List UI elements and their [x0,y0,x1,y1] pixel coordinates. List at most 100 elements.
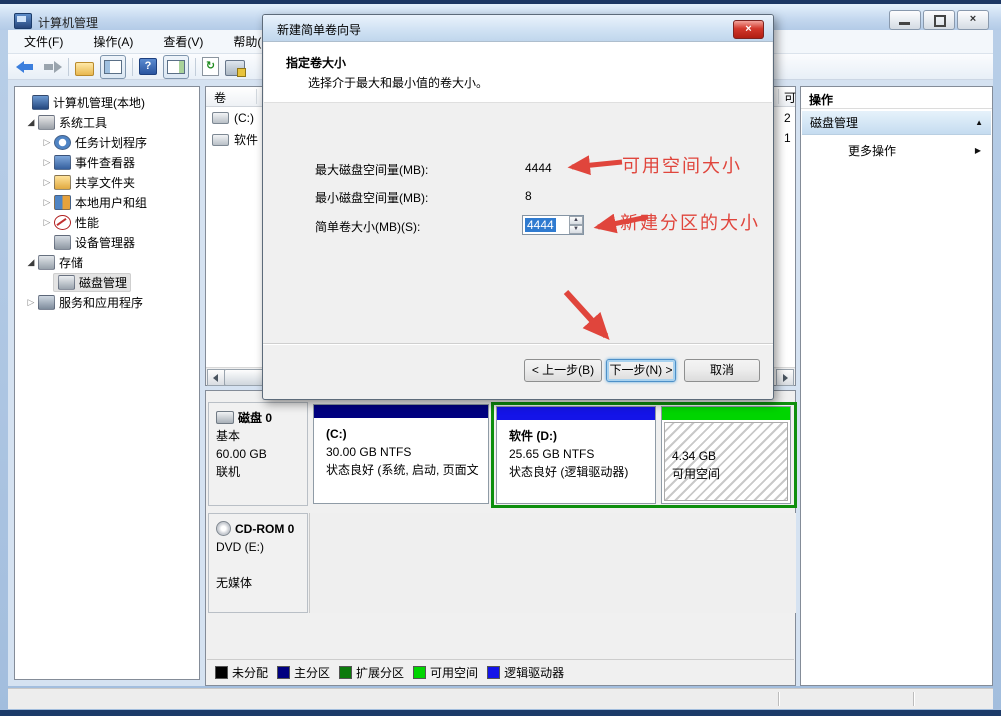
extended-partition-outline: 软件 (D:) 25.65 GB NTFS 状态良好 (逻辑驱动器) 4.34 … [491,402,797,508]
expander-closed-icon[interactable] [41,177,53,188]
spin-up-icon[interactable]: ▲ [569,216,583,225]
column-free[interactable]: 可 [784,89,796,106]
menu-action[interactable]: 操作(A) [87,31,139,52]
spin-down-icon[interactable]: ▼ [569,225,583,234]
next-step-button[interactable]: 下一步(N) > [606,359,676,382]
minimize-icon [899,22,910,25]
tree-item-local-users[interactable]: 本地用户和组 [15,192,199,212]
toolbar-separator [132,58,133,76]
cdrom-status: 无媒体 [216,574,307,592]
forward-icon[interactable] [42,58,62,76]
new-simple-volume-wizard-dialog: 新建简单卷向导 × 指定卷大小 选择介于最大和最小值的卷大小。 最大磁盘空间量(… [262,14,774,400]
dialog-title-bar[interactable]: 新建简单卷向导 × [263,15,773,42]
disk0-label-cell[interactable]: 磁盘 0 基本 60.00 GB 联机 [208,402,308,506]
collapse-icon[interactable]: ▲ [975,118,983,127]
annotation-new-partition: 新建分区的大小 [620,209,760,235]
restore-icon [934,15,946,27]
volume-size-label: 简单卷大小(MB)(S): [315,218,420,235]
toolbar-separator [195,58,196,76]
free-space-status: 可用空间 [672,465,788,483]
volume-icon [212,112,229,124]
tree-item-services-apps[interactable]: 服务和应用程序 [15,292,199,312]
legend-item: 扩展分区 [339,664,404,681]
help-icon[interactable]: ? [139,58,157,75]
partition-d-status: 状态良好 (逻辑驱动器) [509,463,653,481]
menu-file[interactable]: 文件(F) [18,31,69,52]
legend-primary-swatch [277,666,290,679]
free-space-size: 4.34 GB [672,447,788,465]
tree-item-device-manager[interactable]: 设备管理器 [15,232,199,252]
volume-size-input[interactable]: 4444 ▲ ▼ [522,215,584,235]
expander-open-icon[interactable] [25,117,37,128]
back-step-button[interactable]: < 上一步(B) [524,359,602,382]
partition-legend: 未分配 主分区 扩展分区 可用空间 逻辑驱动器 [207,659,794,684]
submenu-arrow-icon: ▶ [975,146,981,155]
tree-item-shared-folders[interactable]: 共享文件夹 [15,172,199,192]
legend-extended-swatch [339,666,352,679]
partition-c-size: 30.00 GB NTFS [326,443,486,461]
console-tree: 计算机管理(本地) 系统工具 任务计划程序 事件查看器 共享文件夹 本地用户和组… [14,86,200,680]
scroll-right-icon[interactable] [776,369,794,386]
legend-item: 主分区 [277,664,330,681]
legend-unallocated-swatch [215,666,228,679]
storage-icon [38,255,55,270]
event-viewer-icon [54,155,71,170]
tree-item-disk-management[interactable]: 磁盘管理 [15,272,199,292]
disk-graph-panel: 磁盘 0 基本 60.00 GB 联机 (C:) 30.00 GB NTFS 状… [205,390,796,686]
computer-management-window: 计算机管理 × 文件(F) 操作(A) 查看(V) 帮助(H) ? ↻ 计算机管… [0,0,1001,716]
window-border-bottom [0,710,1001,716]
free-space-colorbar [662,407,790,420]
volume-row-d-free: 1 [784,131,791,145]
tree-item-performance[interactable]: 性能 [15,212,199,232]
partition-c[interactable]: (C:) 30.00 GB NTFS 状态良好 (系统, 启动, 页面文 [313,404,489,504]
action-pane-icon [167,60,185,74]
tree-item-system-tools[interactable]: 系统工具 [15,112,199,132]
dialog-close-button[interactable]: × [733,20,764,39]
disk0-size: 60.00 GB [216,445,307,463]
max-space-label: 最大磁盘空间量(MB): [315,161,428,178]
dialog-subheading: 选择介于最大和最小值的卷大小。 [308,74,488,91]
more-actions-item[interactable]: 更多操作 ▶ [802,139,991,161]
expander-open-icon[interactable] [25,257,37,268]
back-icon[interactable] [16,58,36,76]
menu-view[interactable]: 查看(V) [157,31,209,52]
partition-c-status: 状态良好 (系统, 启动, 页面文 [326,461,486,479]
show-action-pane-button[interactable] [163,55,189,79]
expander-closed-icon[interactable] [41,157,53,168]
cancel-button[interactable]: 取消 [684,359,760,382]
cdrom-label-cell[interactable]: CD-ROM 0 DVD (E:) 无媒体 [208,513,308,613]
legend-item: 未分配 [215,664,268,681]
tree-item-task-scheduler[interactable]: 任务计划程序 [15,132,199,152]
refresh-icon[interactable]: ↻ [202,57,219,76]
minimize-button[interactable] [889,10,921,30]
volume-size-value: 4444 [525,218,556,232]
actions-title: 操作 [801,87,992,109]
legend-logical-swatch [487,666,500,679]
export-folder-icon[interactable] [75,62,94,76]
column-volume[interactable]: 卷 [214,89,226,106]
export-list-icon[interactable] [225,60,245,76]
expander-closed-icon[interactable] [41,217,53,228]
tree-item-event-viewer[interactable]: 事件查看器 [15,152,199,172]
scroll-left-icon[interactable] [207,369,225,386]
expander-closed-icon[interactable] [25,297,37,308]
volume-row-c[interactable]: (C:) [212,111,254,125]
show-console-tree-button[interactable] [100,55,126,79]
status-bar [8,688,993,709]
close-button[interactable]: × [957,10,989,30]
expander-closed-icon[interactable] [41,137,53,148]
actions-section-disk-management[interactable]: 磁盘管理 ▲ [802,111,991,135]
tree-item-computer-management[interactable]: 计算机管理(本地) [15,92,199,112]
performance-icon [54,215,71,230]
partition-c-colorbar [314,405,488,418]
partition-d[interactable]: 软件 (D:) 25.65 GB NTFS 状态良好 (逻辑驱动器) [496,406,656,504]
cdrom-type: DVD (E:) [216,538,307,556]
restore-button[interactable] [923,10,955,30]
tree-item-storage[interactable]: 存储 [15,252,199,272]
legend-item: 逻辑驱动器 [487,664,564,681]
volume-icon [212,134,229,146]
expander-closed-icon[interactable] [41,197,53,208]
annotation-available-space: 可用空间大小 [622,152,742,178]
computer-icon [32,95,49,110]
free-space-region[interactable]: 4.34 GB 可用空间 [661,406,791,504]
